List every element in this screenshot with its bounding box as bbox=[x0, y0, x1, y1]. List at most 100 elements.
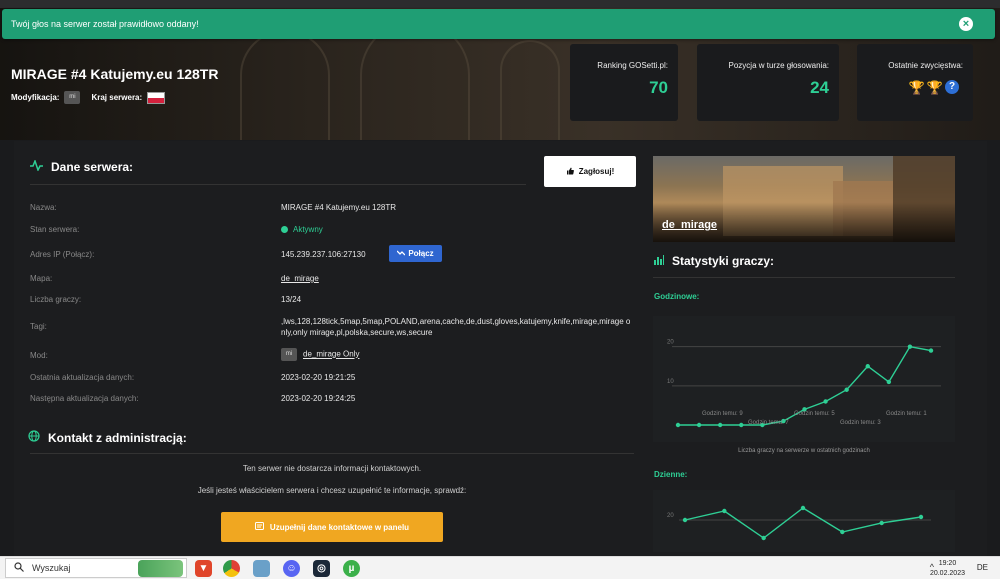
pulse-icon bbox=[30, 158, 43, 174]
chart-caption: Liczba graczy na serwerze w ostatnich go… bbox=[738, 448, 870, 454]
search-placeholder: Wyszukaj bbox=[32, 563, 71, 573]
data-point bbox=[675, 422, 681, 428]
ip-label: Adres IP (Połącz): bbox=[30, 250, 95, 259]
ip-value: 145.239.237.106:27130 bbox=[281, 250, 366, 259]
hourly-chart-svg: 10 20 Godzin temu: 9 Godzin temu: 7 Godzin t… bbox=[667, 340, 941, 428]
contact-heading: Kontakt z administracją: bbox=[28, 430, 187, 445]
contact-no-info-text: Ten serwer nie dostarcza informacji kont… bbox=[242, 464, 422, 473]
divider bbox=[30, 184, 526, 185]
map-link[interactable]: de_mirage bbox=[281, 274, 319, 283]
server-title: MIRAGE #4 Katujemy.eu 128TR bbox=[11, 66, 219, 82]
mod-label: Modyfikacja: bbox=[11, 93, 60, 102]
data-point bbox=[918, 514, 924, 520]
status-label: Stan serwera: bbox=[30, 225, 80, 234]
contact-title: Kontakt z administracją: bbox=[48, 430, 187, 445]
mod-badge-icon: mi bbox=[64, 91, 81, 104]
thumbs-up-icon bbox=[566, 167, 574, 177]
y-tick-label: 20 bbox=[667, 340, 674, 346]
y-tick-label: 10 bbox=[667, 379, 674, 385]
vote-button-label: Zagłosuj! bbox=[578, 167, 615, 176]
hourly-label: Godzinowe: bbox=[654, 292, 700, 301]
country-label: Kraj serwera: bbox=[91, 93, 143, 102]
data-point bbox=[907, 344, 913, 349]
steam-icon[interactable]: ◎ bbox=[313, 560, 330, 577]
data-point bbox=[800, 505, 806, 511]
data-point bbox=[761, 535, 766, 541]
globe-icon bbox=[28, 430, 40, 445]
players-label: Liczba graczy: bbox=[30, 295, 82, 304]
arch-decoration bbox=[500, 40, 560, 140]
chrome-icon[interactable] bbox=[223, 560, 240, 577]
x-tick-label: Godzin temu: 7 bbox=[748, 420, 789, 426]
hourly-chart: 10 20 Godzin temu: 9 Godzin temu: 7 Godzin t… bbox=[653, 316, 955, 442]
connect-icon bbox=[396, 249, 406, 258]
mod-badge-icon: mi bbox=[281, 348, 297, 361]
data-point bbox=[928, 348, 934, 353]
status-dot-icon bbox=[281, 226, 288, 233]
arch-decoration bbox=[240, 30, 330, 140]
trophies: 🏆 🏆 ? bbox=[909, 80, 959, 96]
bar-chart-icon bbox=[654, 254, 664, 268]
data-point bbox=[886, 379, 892, 385]
connect-button[interactable]: Połącz bbox=[389, 245, 442, 262]
close-icon[interactable]: × bbox=[959, 17, 973, 31]
status-value: Aktywny bbox=[281, 225, 323, 234]
player-stats-title: Statystyki graczy: bbox=[672, 254, 775, 268]
ranking-label: Ranking GOSetti.pl: bbox=[597, 61, 668, 70]
vote-position-stat-box: Pozycja w turze głosowania: 24 bbox=[697, 44, 839, 121]
last-update-label: Ostatnia aktualizacja danych: bbox=[30, 373, 135, 382]
x-tick-label: Godzin temu: 3 bbox=[840, 420, 881, 426]
widget-landscape-icon[interactable] bbox=[138, 560, 183, 577]
data-point bbox=[879, 520, 884, 526]
recent-wins-stat-box: Ostatnie zwycięstwa: 🏆 🏆 ? bbox=[857, 44, 973, 121]
utorrent-icon[interactable]: µ bbox=[343, 560, 360, 577]
data-point bbox=[823, 399, 828, 404]
discord-icon[interactable]: ☺ bbox=[283, 560, 300, 577]
mod-row-value: mi de_mirage Only bbox=[281, 348, 359, 361]
data-point bbox=[682, 517, 688, 523]
divider bbox=[30, 453, 634, 454]
players-value: 13/24 bbox=[281, 295, 302, 304]
app-icon[interactable] bbox=[253, 560, 270, 577]
recent-wins-label: Ostatnie zwycięstwa: bbox=[888, 61, 963, 70]
complete-contact-button[interactable]: Uzupełnij dane kontaktowe w panelu bbox=[221, 512, 443, 542]
x-tick-label: Godzin temu: 1 bbox=[886, 411, 927, 417]
data-point bbox=[722, 508, 727, 514]
server-meta: Modyfikacja: mi Kraj serwera: bbox=[11, 91, 166, 104]
server-data-heading: Dane serwera: bbox=[30, 158, 134, 174]
vote-position-value: 24 bbox=[810, 78, 829, 97]
tags-value: ,lws,128,128tick,5map,5map,POLAND,arena,… bbox=[281, 317, 631, 337]
x-tick-label: Godzin temu: 9 bbox=[702, 411, 743, 417]
contact-card-icon bbox=[254, 522, 264, 532]
question-icon[interactable]: ? bbox=[945, 80, 959, 94]
mod-link[interactable]: de_mirage Only bbox=[303, 350, 359, 359]
gold-trophy-icon[interactable]: 🏆 bbox=[909, 80, 925, 96]
browser-tab-strip bbox=[0, 0, 1000, 8]
divider bbox=[653, 277, 955, 278]
silver-trophy-icon[interactable]: 🏆 bbox=[927, 80, 943, 96]
server-data-title: Dane serwera: bbox=[51, 160, 134, 174]
taskbar-clock[interactable]: 19:20 20.02.2023 bbox=[930, 559, 965, 579]
map-label: Mapa: bbox=[30, 274, 53, 283]
language-indicator[interactable]: DE bbox=[977, 563, 988, 572]
name-value: MIRAGE #4 Katujemy.eu 128TR bbox=[281, 203, 397, 212]
daily-chart-svg: 20 bbox=[667, 505, 931, 541]
daily-label: Dzienne: bbox=[654, 470, 688, 479]
alert-text: Twój głos na serwer został prawidłowo od… bbox=[11, 19, 199, 29]
brave-browser-icon[interactable]: ▼ bbox=[195, 560, 212, 577]
last-update-value: 2023-02-20 19:21:25 bbox=[281, 373, 356, 382]
y-tick-label: 20 bbox=[667, 513, 674, 519]
ranking-value: 70 bbox=[649, 78, 668, 97]
vote-success-alert: Twój głos na serwer został prawidłowo od… bbox=[2, 9, 995, 39]
data-point bbox=[696, 422, 702, 428]
data-point bbox=[717, 422, 723, 428]
poland-flag-icon bbox=[147, 91, 166, 104]
vote-button[interactable]: Zagłosuj! bbox=[544, 156, 636, 187]
taskbar: Wyszukaj ▼ ☺ ◎ µ ^ 19:20 20.02.2023 DE bbox=[0, 556, 1000, 579]
mod-row-label: Mod: bbox=[30, 351, 48, 360]
vote-position-label: Pozycja w turze głosowania: bbox=[728, 61, 830, 70]
x-tick-label: Godzin temu: 5 bbox=[794, 411, 835, 417]
daily-chart: 20 bbox=[653, 490, 955, 552]
map-name-link[interactable]: de_mirage bbox=[662, 219, 717, 231]
data-point bbox=[865, 364, 870, 369]
